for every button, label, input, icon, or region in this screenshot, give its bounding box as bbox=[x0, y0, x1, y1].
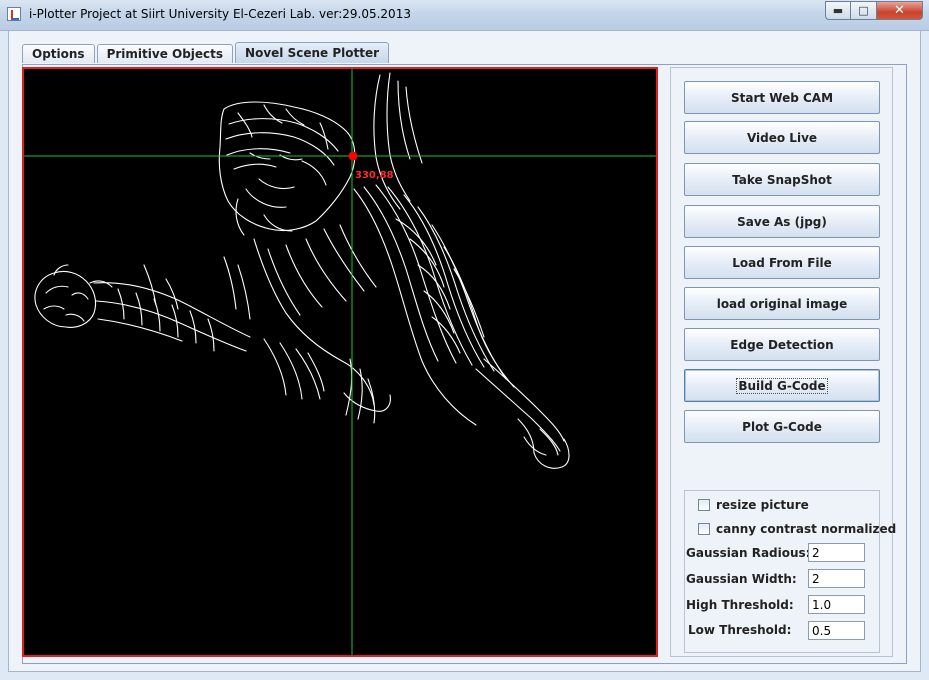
load-original-image-label: load original image bbox=[716, 296, 848, 311]
gaussian-radius-input[interactable] bbox=[808, 543, 865, 562]
video-live-label: Video Live bbox=[746, 130, 818, 145]
high-threshold-input[interactable] bbox=[808, 595, 865, 614]
close-button[interactable]: ✕ bbox=[877, 1, 923, 20]
plot-gcode-label: Plot G-Code bbox=[742, 419, 822, 434]
minimize-button[interactable]: ▬ bbox=[825, 1, 851, 20]
tab-primitive-objects[interactable]: Primitive Objects bbox=[96, 44, 234, 63]
canny-contrast-checkbox[interactable] bbox=[698, 523, 710, 535]
take-snapshot-button[interactable]: Take SnapShot bbox=[684, 163, 880, 196]
window-title: i-Plotter Project at Siirt University El… bbox=[29, 7, 411, 21]
tab-novel-scene-plotter[interactable]: Novel Scene Plotter bbox=[235, 42, 390, 63]
resize-picture-label: resize picture bbox=[716, 498, 809, 512]
load-from-file-button[interactable]: Load From File bbox=[684, 246, 880, 279]
window-controls: ▬ □ ✕ bbox=[825, 1, 923, 21]
edge-detection-label: Edge Detection bbox=[730, 337, 834, 352]
tiger-edge-lines bbox=[34, 72, 570, 469]
app-icon bbox=[7, 7, 21, 21]
build-gcode-label: Build G-Code bbox=[736, 377, 828, 394]
video-live-button[interactable]: Video Live bbox=[684, 121, 880, 154]
build-gcode-button[interactable]: Build G-Code bbox=[684, 369, 880, 402]
save-as-jpg-label: Save As (jpg) bbox=[737, 214, 827, 229]
gaussian-width-label: Gaussian Width: bbox=[686, 572, 797, 586]
load-from-file-label: Load From File bbox=[732, 255, 832, 270]
maximize-button[interactable]: □ bbox=[851, 1, 877, 20]
tab-options[interactable]: Options bbox=[22, 44, 95, 63]
maximize-icon: □ bbox=[858, 4, 869, 17]
edge-detection-button[interactable]: Edge Detection bbox=[684, 328, 880, 361]
minimize-icon: ▬ bbox=[832, 4, 844, 17]
gaussian-radius-label: Gaussian Radious: bbox=[686, 546, 811, 560]
start-webcam-button[interactable]: Start Web CAM bbox=[684, 81, 880, 114]
resize-picture-checkbox[interactable] bbox=[698, 499, 710, 511]
resize-picture-row: resize picture bbox=[698, 497, 809, 513]
plot-gcode-button[interactable]: Plot G-Code bbox=[684, 410, 880, 443]
image-canvas[interactable]: 330,88 bbox=[22, 67, 658, 657]
edge-image bbox=[24, 69, 656, 655]
tab-bar: Options Primitive Objects Novel Scene Pl… bbox=[22, 42, 391, 64]
take-snapshot-label: Take SnapShot bbox=[732, 172, 832, 187]
low-threshold-label: Low Threshold: bbox=[688, 623, 792, 637]
low-threshold-input[interactable] bbox=[808, 621, 865, 640]
close-icon: ✕ bbox=[894, 3, 905, 18]
high-threshold-label: High Threshold: bbox=[686, 598, 794, 612]
canny-contrast-label: canny contrast normalized bbox=[716, 522, 897, 536]
crosshair-marker bbox=[348, 151, 358, 161]
load-original-image-button[interactable]: load original image bbox=[684, 287, 880, 320]
coordinate-label: 330,88 bbox=[355, 170, 394, 181]
gaussian-width-input[interactable] bbox=[808, 569, 865, 588]
title-bar: i-Plotter Project at Siirt University El… bbox=[0, 0, 929, 31]
save-as-jpg-button[interactable]: Save As (jpg) bbox=[684, 205, 880, 238]
canny-contrast-row: canny contrast normalized bbox=[698, 521, 896, 537]
start-webcam-label: Start Web CAM bbox=[730, 90, 834, 105]
